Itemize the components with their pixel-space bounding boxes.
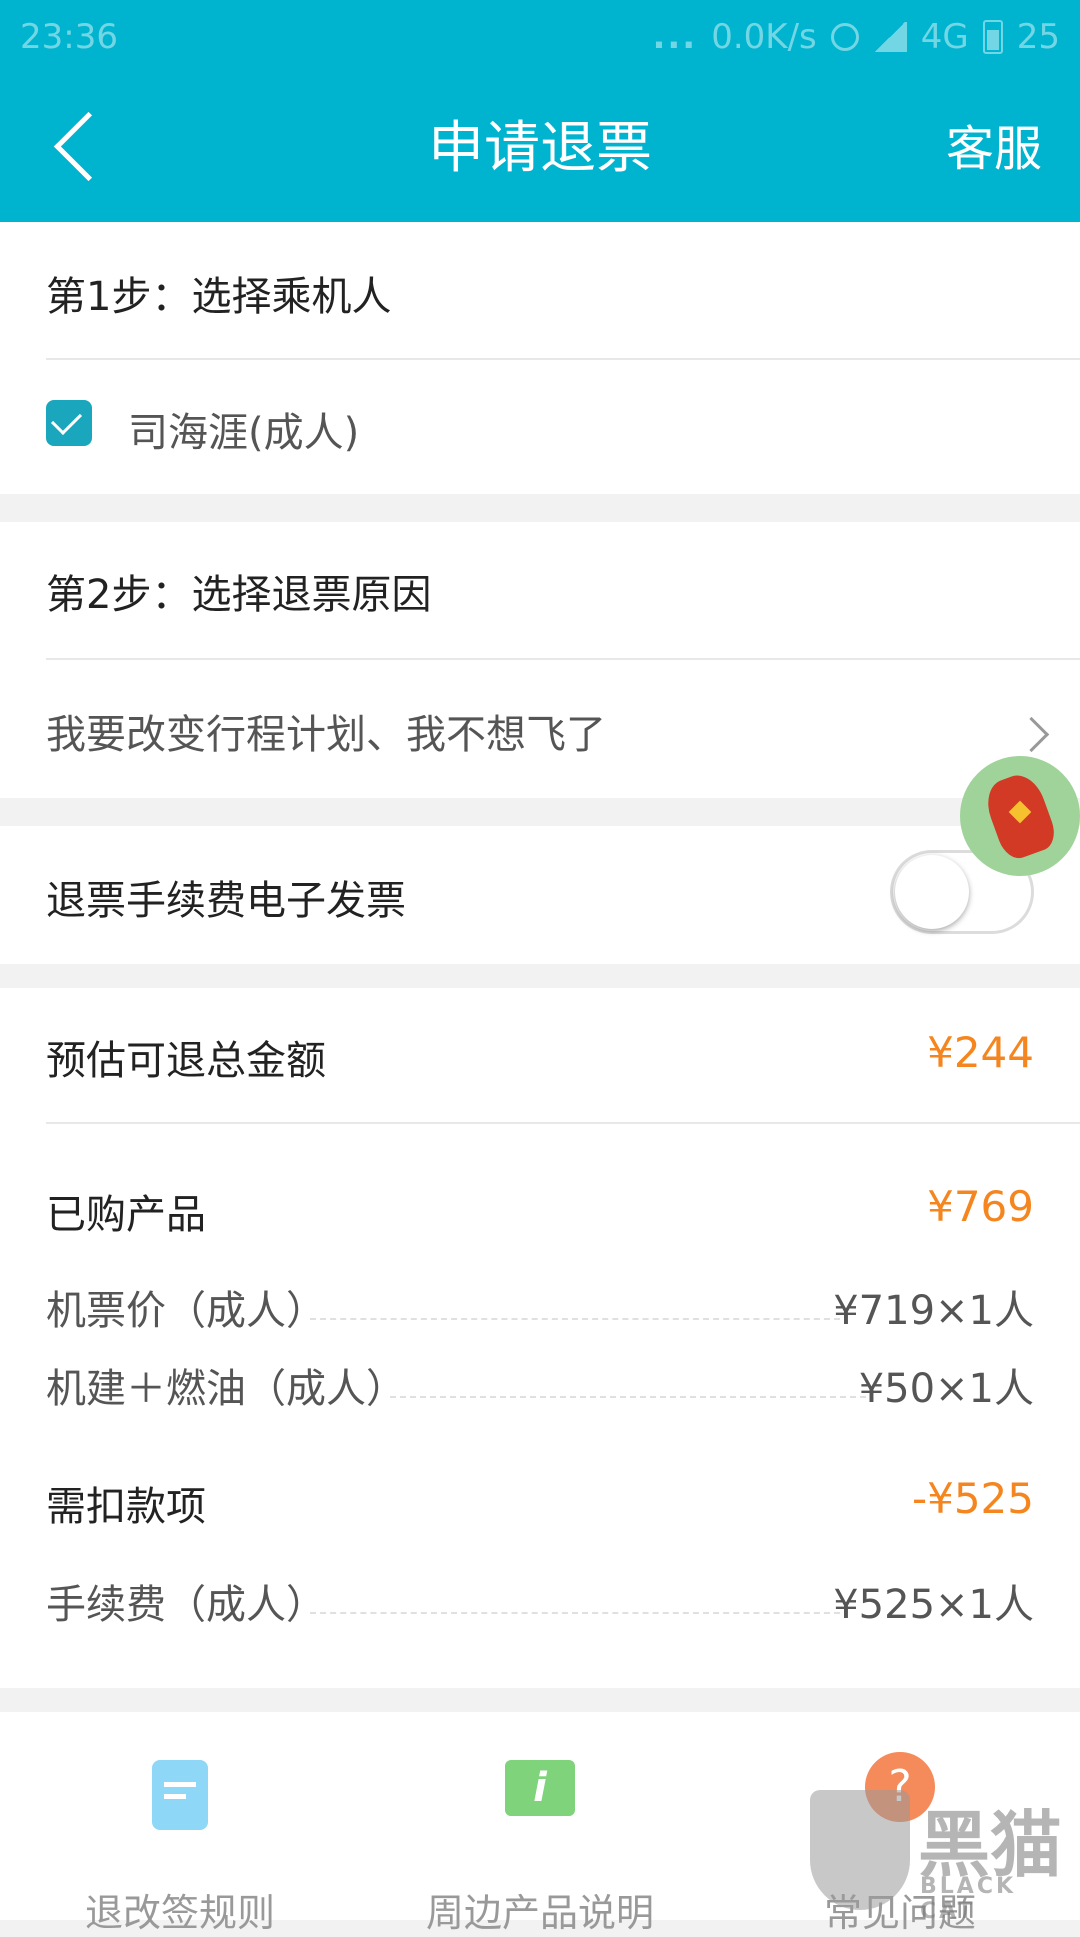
purchased-line-value: ¥50×1人	[858, 1366, 1034, 1412]
tab-label: 退改签规则	[84, 1891, 275, 1935]
deduct-line-value: ¥525×1人	[833, 1582, 1034, 1628]
chevron-right-icon	[1013, 716, 1050, 753]
estimated-refund-label: 预估可退总金额	[46, 1038, 326, 1084]
page-title: 申请退票	[428, 116, 652, 181]
deduct-line-label: 手续费（成人）	[46, 1582, 326, 1628]
signal-icon	[872, 22, 907, 52]
purchased-line-label: 机票价（成人）	[46, 1288, 326, 1334]
estimated-refund-value: ¥244	[927, 1028, 1034, 1077]
network-type: 4G	[920, 17, 969, 57]
status-time: 23:36	[20, 17, 118, 57]
step1-section: 第1步：选择乘机人 司海涯(成人)	[0, 222, 1080, 494]
invoice-section: 退票手续费电子发票	[0, 826, 1080, 964]
purchased-line-value: ¥719×1人	[833, 1288, 1034, 1334]
floating-avatar[interactable]	[960, 756, 1080, 876]
refund-reason-row[interactable]: 我要改变行程计划、我不想飞了	[0, 660, 1080, 798]
invoice-label: 退票手续费电子发票	[46, 878, 406, 924]
status-icons: ... 0.0K/s 4G 25	[652, 17, 1060, 57]
purchased-label: 已购产品	[46, 1192, 206, 1238]
step1-title: 第1步：选择乘机人	[46, 274, 392, 320]
status-bar: 23:36 ... 0.0K/s 4G 25	[0, 0, 1080, 74]
battery-level: 25	[1016, 17, 1060, 57]
tab-refund-rules[interactable]: 退改签规则	[0, 1712, 360, 1935]
dashed-leader	[310, 1318, 840, 1320]
dashed-leader	[310, 1612, 840, 1614]
watermark-subtext: BLACK CAT	[920, 1874, 1017, 1924]
dashed-leader	[390, 1396, 866, 1398]
bottom-tab-bar: 退改签规则 i 周边产品说明 ? 常见问题 黑猫 BLACK CAT	[0, 1712, 1080, 1935]
header-bar: 申请退票 客服	[0, 74, 1080, 222]
deduct-label: 需扣款项	[46, 1484, 206, 1530]
notification-dots: ...	[652, 17, 698, 57]
tab-product-info[interactable]: i 周边产品说明	[360, 1712, 720, 1935]
refund-section: 预估可退总金额 ¥244 已购产品 ¥769 机票价（成人） ¥719×1人 机…	[0, 988, 1080, 1688]
step2-title: 第2步：选择退票原因	[46, 572, 432, 618]
tab-label: 周边产品说明	[425, 1891, 654, 1935]
step2-section: 第2步：选择退票原因 我要改变行程计划、我不想飞了	[0, 522, 1080, 798]
toggle-knob	[895, 855, 969, 929]
purchased-value: ¥769	[927, 1182, 1034, 1231]
alarm-icon	[830, 23, 859, 51]
cat-shield-icon	[810, 1790, 910, 1910]
info-ticket-icon: i	[505, 1760, 575, 1816]
passenger-name[interactable]: 司海涯(成人)	[128, 400, 359, 458]
network-speed: 0.0K/s	[711, 17, 817, 57]
customer-service-button[interactable]: 客服	[946, 112, 1042, 186]
divider	[46, 358, 1080, 360]
watermark-logo: 黑猫 BLACK CAT	[810, 1780, 1080, 1924]
purchased-line-label: 机建＋燃油（成人）	[46, 1366, 406, 1412]
passenger-checkbox[interactable]	[46, 400, 92, 446]
battery-icon	[982, 20, 1003, 54]
refund-reason-text: 我要改变行程计划、我不想飞了	[46, 712, 606, 758]
divider	[46, 1122, 1080, 1124]
check-icon	[50, 403, 83, 436]
deduct-value: -¥525	[911, 1474, 1034, 1523]
document-icon	[152, 1760, 208, 1830]
